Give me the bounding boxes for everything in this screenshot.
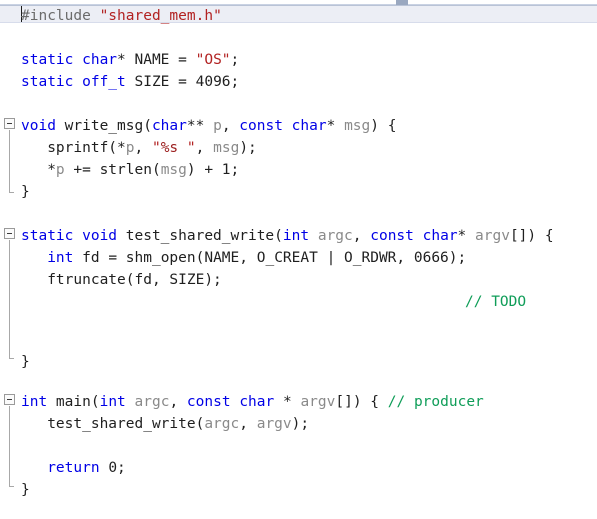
code-line-12[interactable]: int fd = shm_open(NAME, O_CREAT | O_RDWR…: [21, 247, 466, 269]
token-str: "shared_mem.h": [99, 8, 222, 24]
token-pl: []) {: [509, 228, 554, 244]
token-kw: static: [21, 74, 83, 90]
token-pl: write_msg(: [55, 118, 152, 134]
token-pl: ,: [352, 228, 371, 244]
token-pl: *: [274, 394, 301, 410]
token-pl: ) {: [370, 118, 397, 134]
token-cmt: // TODO: [465, 294, 527, 310]
token-id: p: [125, 140, 135, 156]
token-str: "OS": [195, 52, 231, 68]
token-pl: ) + 1;: [186, 162, 240, 178]
token-pl: **: [186, 118, 214, 134]
token-pl: []) {: [335, 394, 388, 410]
code-line-20[interactable]: test_shared_write(argc, argv);: [21, 413, 309, 435]
token-kw: void: [21, 118, 56, 134]
token-kw: char: [291, 118, 327, 134]
token-pl: += strlen(: [64, 162, 161, 178]
code-text-layer[interactable]: #include "shared_mem.h" static char* NAME…: [0, 5, 597, 519]
code-line-22[interactable]: return 0;: [21, 457, 126, 479]
token-id: argc: [134, 394, 170, 410]
token-kw: const: [186, 394, 240, 410]
token-kw: const: [239, 118, 292, 134]
token-kw: char: [239, 394, 275, 410]
token-kw: static: [21, 52, 83, 68]
token-pl: test_shared_write(: [117, 228, 283, 244]
token-pl: test_shared_write(: [21, 416, 205, 432]
code-line-9[interactable]: }: [21, 181, 30, 203]
token-id: msg: [160, 162, 187, 178]
token-pl: ,: [134, 140, 152, 156]
token-pl: fd = shm_open(NAME, O_CREAT | O_RDWR, 06…: [73, 250, 467, 266]
token-pl: ,: [195, 140, 214, 156]
code-editor[interactable]: #include "shared_mem.h" static char* NAME…: [0, 5, 597, 519]
token-kw: char: [151, 118, 187, 134]
token-pl: * NAME =: [117, 52, 196, 68]
token-id: p: [55, 162, 65, 178]
token-kw: int: [99, 394, 126, 410]
token-kw: void: [82, 228, 118, 244]
token-fmt: %s: [160, 140, 179, 156]
token-kw: int: [47, 250, 74, 266]
token-id: p: [213, 118, 222, 134]
token-kw: return: [47, 460, 100, 476]
token-pl: *: [326, 118, 345, 134]
token-str: ": [178, 140, 196, 156]
token-id: argc: [317, 228, 353, 244]
code-line-23[interactable]: }: [21, 479, 30, 501]
token-id: argv: [300, 394, 336, 410]
token-pl: );: [239, 140, 257, 156]
token-pl: 0;: [99, 460, 126, 476]
token-kw: static: [21, 228, 83, 244]
code-line-7[interactable]: sprintf(*p, "%s ", msg);: [21, 137, 257, 159]
token-pl: ;: [230, 52, 240, 68]
token-pp: #include: [21, 8, 100, 24]
token-pl: *: [21, 162, 56, 178]
token-pl: }: [21, 482, 30, 498]
token-pl: ftruncate(fd, SIZE);: [21, 272, 222, 288]
token-kw: const: [370, 228, 423, 244]
code-line-19[interactable]: int main(int argc, const char * argv[]) …: [21, 391, 484, 413]
code-line-1[interactable]: #include "shared_mem.h": [21, 5, 222, 27]
token-id: msg: [213, 140, 240, 156]
code-line-4[interactable]: static off_t SIZE = 4096;: [21, 71, 239, 93]
token-pl: ,: [169, 394, 187, 410]
token-pl: }: [21, 184, 30, 200]
token-id: argv: [475, 228, 510, 244]
token-id: argc: [204, 416, 240, 432]
token-kw: char: [422, 228, 458, 244]
code-line-13[interactable]: ftruncate(fd, SIZE);: [21, 269, 222, 291]
token-pl: main(: [47, 394, 100, 410]
token-str: ": [151, 140, 161, 156]
token-pl: *: [457, 228, 476, 244]
code-line-11[interactable]: static void test_shared_write(int argc, …: [21, 225, 554, 247]
token-id: argv: [256, 416, 292, 432]
token-kw: char: [82, 52, 118, 68]
token-kw: int: [282, 228, 310, 244]
code-line-8[interactable]: *p += strlen(msg) + 1;: [21, 159, 239, 181]
code-line-6[interactable]: void write_msg(char** p, const char* msg…: [21, 115, 396, 137]
token-pl: ,: [239, 416, 257, 432]
token-pl: );: [291, 416, 310, 432]
code-line-14[interactable]: // TODO: [465, 291, 526, 313]
token-kw: off_t: [82, 74, 126, 90]
token-pl: ,: [221, 118, 240, 134]
token-pl: sprintf(*: [21, 140, 126, 156]
token-pl: SIZE = 4096;: [125, 74, 240, 90]
token-id: msg: [344, 118, 371, 134]
token-pl: }: [21, 354, 30, 370]
code-line-3[interactable]: static char* NAME = "OS";: [21, 49, 239, 71]
code-line-17[interactable]: }: [21, 351, 30, 373]
token-kw: int: [21, 394, 48, 410]
token-cmt: // producer: [387, 394, 484, 410]
